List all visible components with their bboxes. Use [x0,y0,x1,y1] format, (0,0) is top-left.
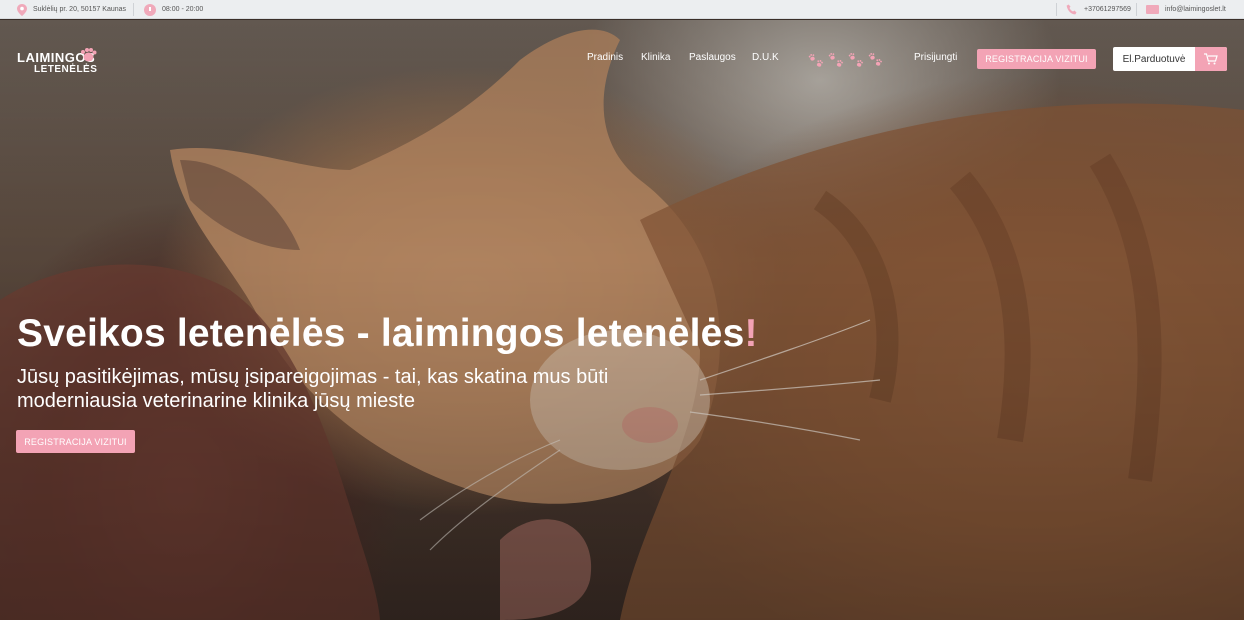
hero-subtitle: Jūsų pasitikėjimas, mūsų įsipareigojimas… [17,366,609,412]
hero-register-button[interactable]: Registracija vizitui [16,430,135,453]
hours-text: 08:00 - 20:00 [162,6,204,13]
paw-prints-icon [808,53,882,67]
nav-item-duk[interactable]: D.U.K [752,52,779,66]
hero-title-text: Sveikos letenėlės - laimingos letenėlės [17,312,745,355]
paw-icon [81,48,97,62]
divider [133,3,134,16]
map-pin-icon [17,3,27,16]
nav-item-paslaugos[interactable]: Paslaugos [689,52,736,66]
site-logo[interactable]: LAIMINGOS LETENĖLĖS [17,47,113,79]
email-link[interactable]: info@laimingoslet.lt [1146,0,1226,19]
login-link[interactable]: Prisijungti [914,52,957,66]
hero-title-accent: ! [744,312,758,355]
nav-item-klinika[interactable]: Klinika [641,52,670,66]
shop-button[interactable]: El.Parduotuvė [1113,47,1227,71]
register-visit-button[interactable]: Registracija vizitui [977,49,1096,69]
divider [1056,3,1057,16]
divider [1136,3,1137,16]
top-info-bar: Suklėlių pr. 20, 50157 Kaunas 08:00 - 20… [0,0,1244,19]
phone-text: +37061297569 [1084,6,1131,13]
hero-title: Sveikos letenėlės - laimingos letenėlės! [17,312,758,356]
address-info: Suklėlių pr. 20, 50157 Kaunas [17,0,126,19]
mail-icon [1146,5,1159,14]
hours-info: 08:00 - 20:00 [144,0,203,19]
cart-icon [1195,47,1227,71]
clock-icon [144,3,156,16]
phone-link[interactable]: +37061297569 [1066,0,1131,19]
logo-line-2: LETENĖLĖS [34,64,98,75]
shop-label: El.Parduotuvė [1122,53,1186,65]
phone-icon [1066,4,1077,14]
nav-item-pradinis[interactable]: Pradinis [587,52,623,66]
email-text: info@laimingoslet.lt [1165,6,1226,13]
address-text: Suklėlių pr. 20, 50157 Kaunas [33,6,127,13]
